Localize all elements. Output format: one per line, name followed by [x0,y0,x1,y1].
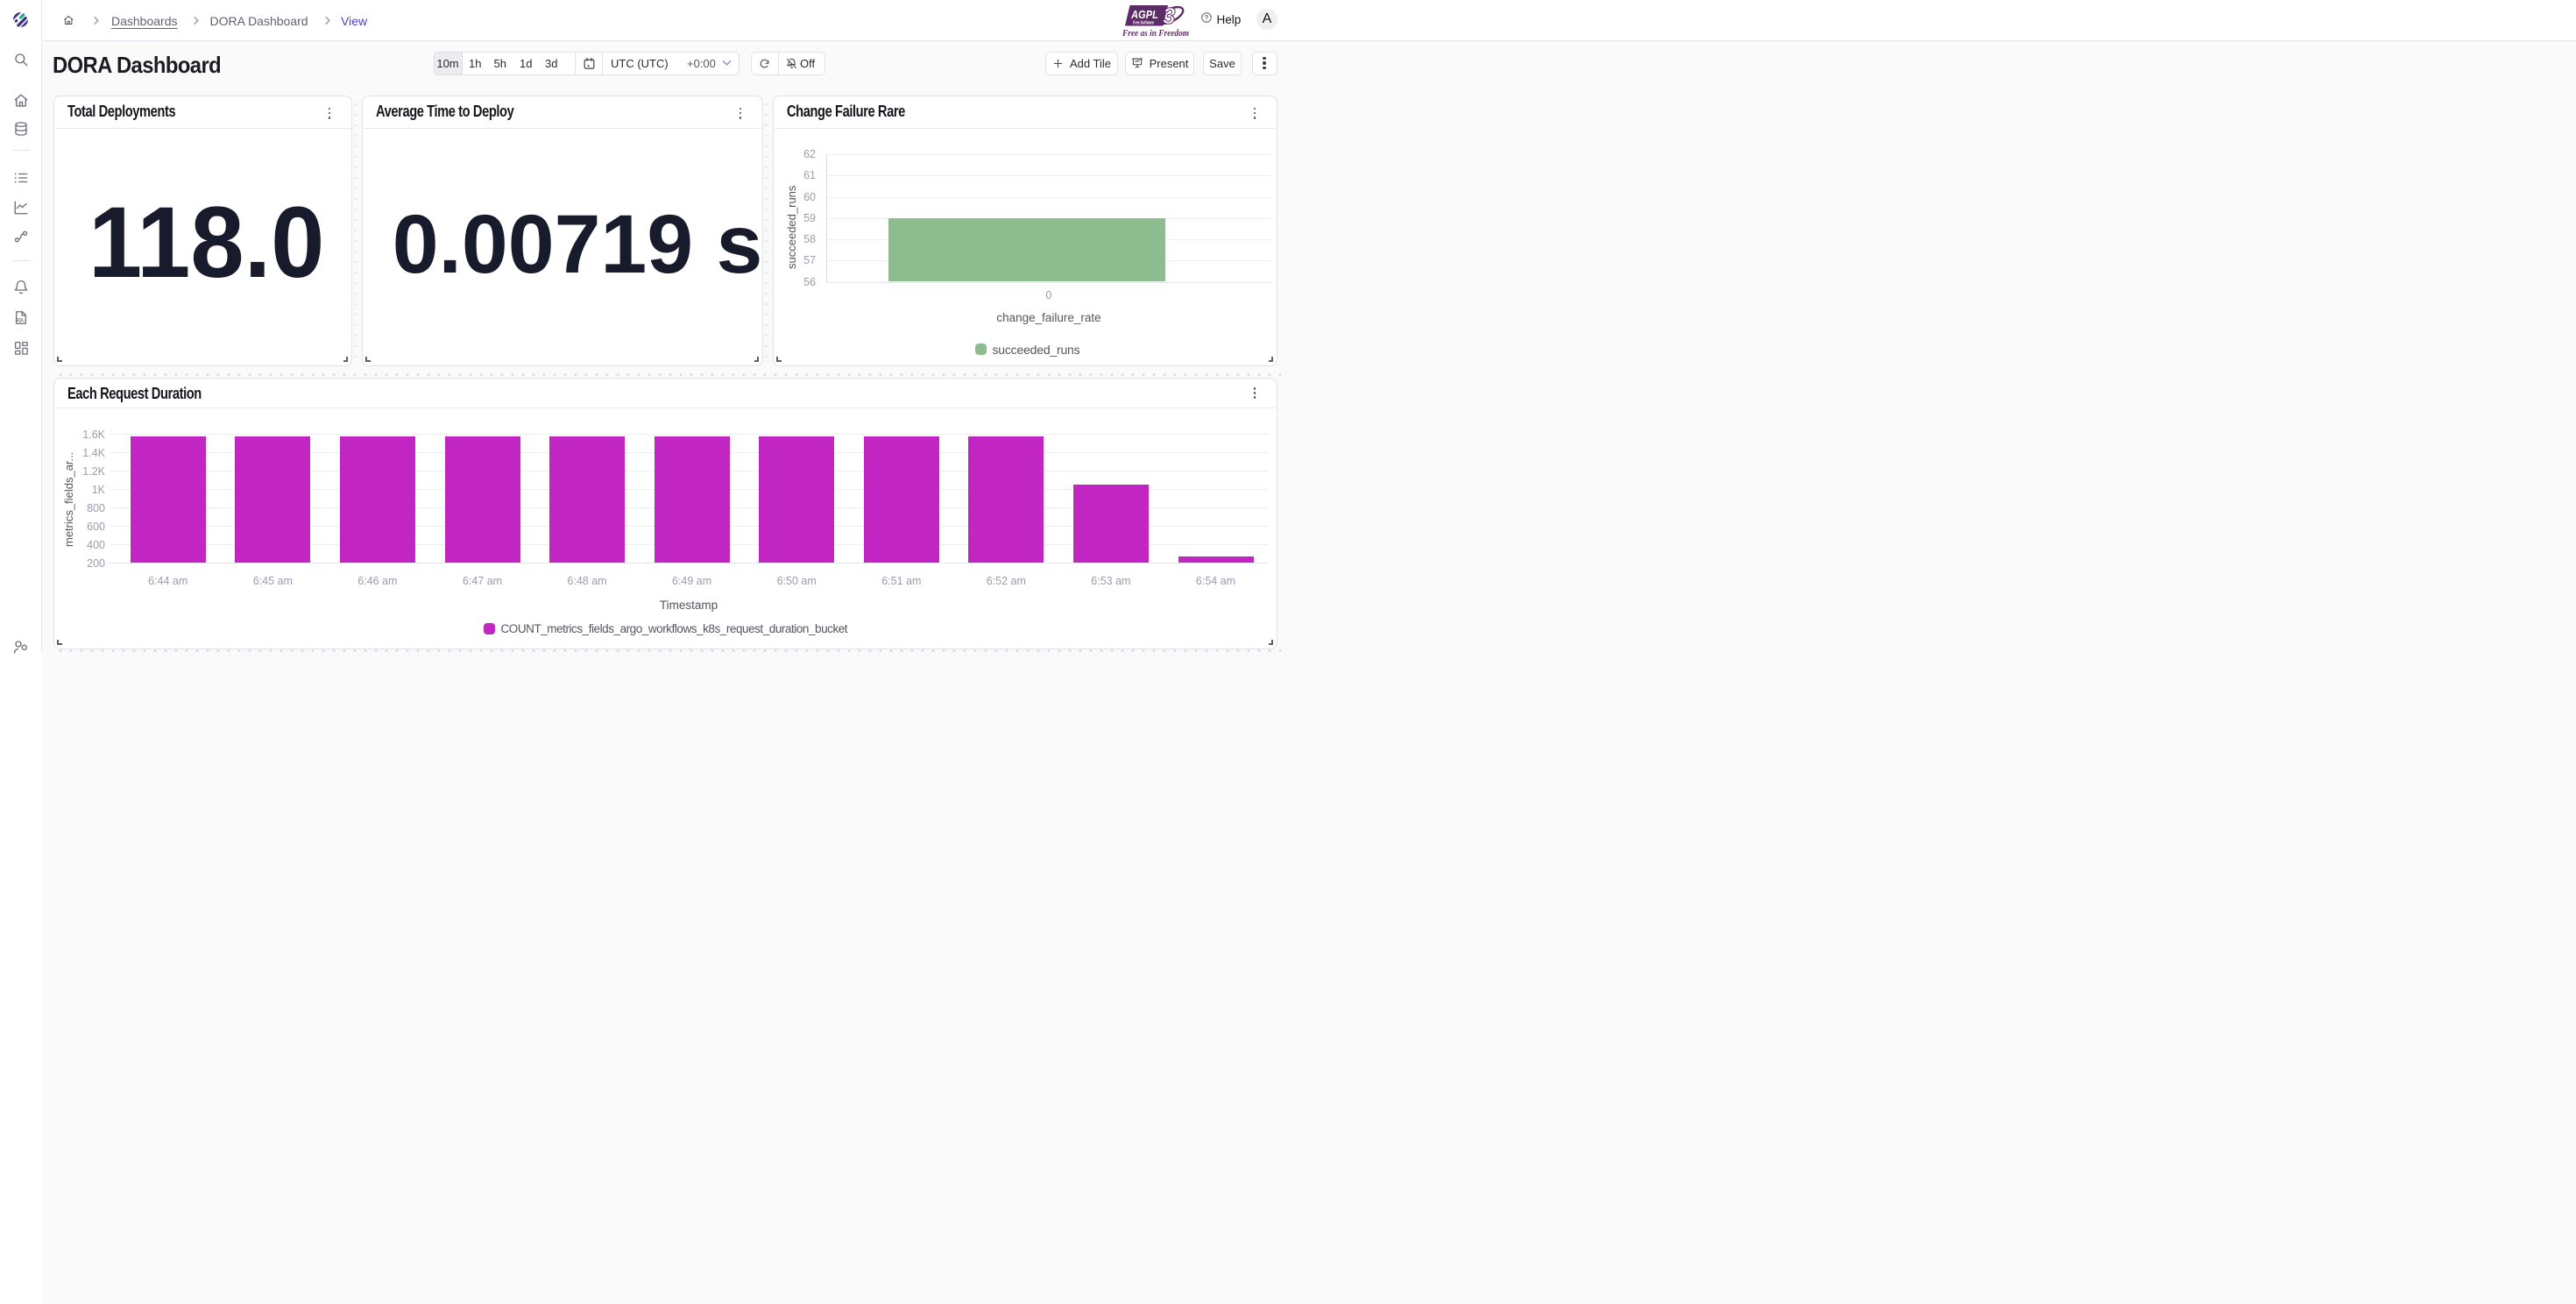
svg-text:Free as in Freedom: Free as in Freedom [1122,28,1189,39]
svg-text:AGPL: AGPL [1130,8,1158,21]
svg-text:3: 3 [1163,4,1176,29]
svg-text:Free Software: Free Software [1133,21,1154,26]
